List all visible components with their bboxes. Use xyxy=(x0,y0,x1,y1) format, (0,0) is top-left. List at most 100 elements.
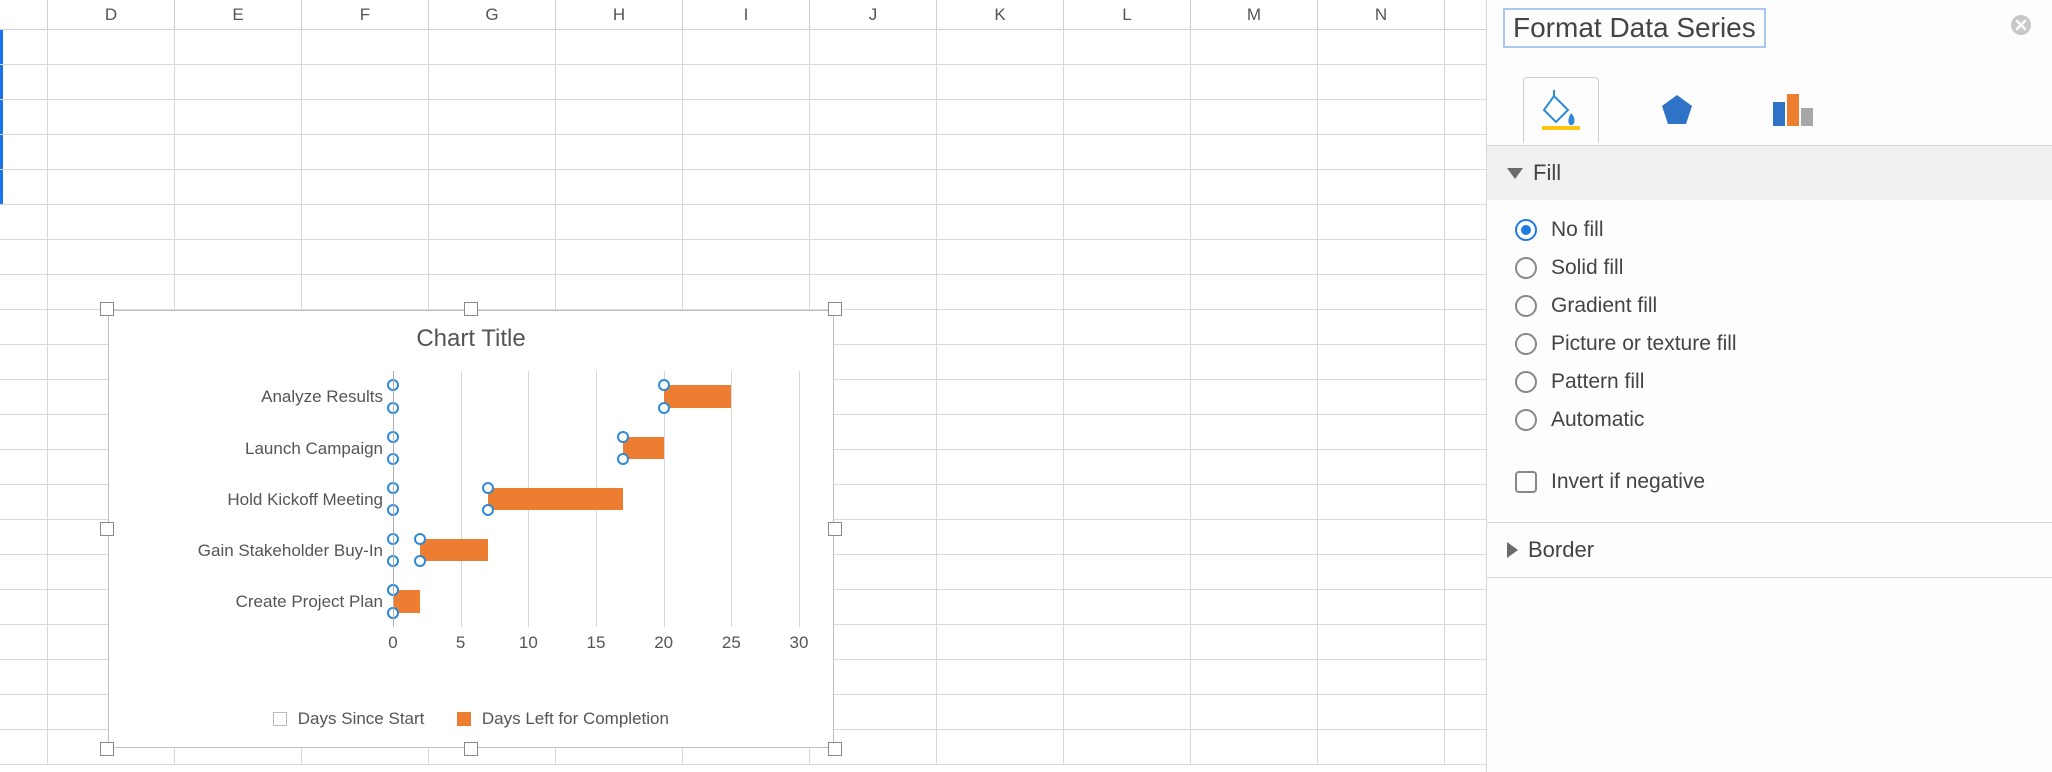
chart-bar-row[interactable]: Hold Kickoff Meeting xyxy=(393,488,799,511)
cell[interactable] xyxy=(683,30,810,64)
selection-marker[interactable] xyxy=(414,533,426,545)
cell[interactable] xyxy=(1064,310,1191,344)
col-header[interactable]: H xyxy=(556,0,683,29)
cell[interactable] xyxy=(429,65,556,99)
cell[interactable] xyxy=(429,100,556,134)
resize-handle[interactable] xyxy=(464,742,478,756)
cell[interactable] xyxy=(1191,100,1318,134)
cell[interactable] xyxy=(683,205,810,239)
cell[interactable] xyxy=(302,240,429,274)
cell[interactable] xyxy=(0,205,48,239)
cell[interactable] xyxy=(302,100,429,134)
cell[interactable] xyxy=(1318,240,1445,274)
cell[interactable] xyxy=(1318,520,1445,554)
cell[interactable] xyxy=(1318,100,1445,134)
cell[interactable] xyxy=(1064,240,1191,274)
cell[interactable] xyxy=(302,30,429,64)
cell[interactable] xyxy=(0,310,48,344)
cell[interactable] xyxy=(0,170,48,204)
col-header[interactable]: L xyxy=(1064,0,1191,29)
cell[interactable] xyxy=(1318,310,1445,344)
cell[interactable] xyxy=(1318,660,1445,694)
cell[interactable] xyxy=(0,520,48,554)
cell[interactable] xyxy=(1064,170,1191,204)
chart-bar-row[interactable]: Create Project Plan xyxy=(393,590,799,613)
cell[interactable] xyxy=(683,65,810,99)
col-header[interactable]: I xyxy=(683,0,810,29)
cell[interactable] xyxy=(1318,205,1445,239)
bar-segment-start[interactable] xyxy=(393,385,664,408)
cell[interactable] xyxy=(175,100,302,134)
cell[interactable] xyxy=(937,380,1064,414)
cell[interactable] xyxy=(1318,590,1445,624)
cell[interactable] xyxy=(1191,135,1318,169)
cell[interactable] xyxy=(556,100,683,134)
cell[interactable] xyxy=(1191,520,1318,554)
cell[interactable] xyxy=(556,135,683,169)
cell[interactable] xyxy=(1191,730,1318,764)
cell[interactable] xyxy=(1191,275,1318,309)
cell[interactable] xyxy=(937,65,1064,99)
cell[interactable] xyxy=(1318,485,1445,519)
selection-marker[interactable] xyxy=(617,453,629,465)
cell[interactable] xyxy=(683,100,810,134)
col-header[interactable]: D xyxy=(48,0,175,29)
tab-fill-line[interactable] xyxy=(1523,77,1599,143)
cell[interactable] xyxy=(1064,590,1191,624)
cell[interactable] xyxy=(1191,555,1318,589)
cell[interactable] xyxy=(810,100,937,134)
cell[interactable] xyxy=(1064,65,1191,99)
cell[interactable] xyxy=(937,730,1064,764)
cell[interactable] xyxy=(1318,135,1445,169)
cell[interactable] xyxy=(1064,625,1191,659)
cell[interactable] xyxy=(1318,65,1445,99)
cell[interactable] xyxy=(937,450,1064,484)
legend-item[interactable]: Days Left for Completion xyxy=(457,709,669,729)
cell[interactable] xyxy=(429,240,556,274)
cell[interactable] xyxy=(1064,205,1191,239)
cell[interactable] xyxy=(48,135,175,169)
cell[interactable] xyxy=(1318,415,1445,449)
radio-picture-fill[interactable]: Picture or texture fill xyxy=(1515,332,2024,356)
cell[interactable] xyxy=(683,170,810,204)
cell[interactable] xyxy=(1191,240,1318,274)
selection-marker[interactable] xyxy=(658,379,670,391)
radio-gradient-fill[interactable]: Gradient fill xyxy=(1515,294,2024,318)
cell[interactable] xyxy=(1191,625,1318,659)
cell[interactable] xyxy=(1064,730,1191,764)
chart-bar-row[interactable]: Launch Campaign xyxy=(393,437,799,460)
cell[interactable] xyxy=(1191,415,1318,449)
resize-handle[interactable] xyxy=(100,742,114,756)
checkbox-invert-negative[interactable]: Invert if negative xyxy=(1515,470,2024,494)
cell[interactable] xyxy=(1191,660,1318,694)
tab-series-options[interactable] xyxy=(1755,77,1831,143)
radio-automatic[interactable]: Automatic xyxy=(1515,408,2024,432)
cell[interactable] xyxy=(1191,170,1318,204)
close-icon[interactable] xyxy=(2010,14,2032,41)
cell[interactable] xyxy=(175,240,302,274)
cell[interactable] xyxy=(175,205,302,239)
cell[interactable] xyxy=(937,415,1064,449)
cell[interactable] xyxy=(937,590,1064,624)
cell[interactable] xyxy=(1191,310,1318,344)
cell[interactable] xyxy=(556,30,683,64)
cell[interactable] xyxy=(937,205,1064,239)
selection-marker[interactable] xyxy=(658,402,670,414)
resize-handle[interactable] xyxy=(100,302,114,316)
bar-segment-start[interactable] xyxy=(393,437,623,460)
cell[interactable] xyxy=(175,30,302,64)
cell[interactable] xyxy=(556,240,683,274)
cell[interactable] xyxy=(302,135,429,169)
section-border-header[interactable]: Border xyxy=(1487,523,2052,577)
cell[interactable] xyxy=(1191,450,1318,484)
cell[interactable] xyxy=(0,100,48,134)
cell[interactable] xyxy=(937,520,1064,554)
cell[interactable] xyxy=(1191,65,1318,99)
cell[interactable] xyxy=(0,275,48,309)
cell[interactable] xyxy=(302,65,429,99)
cell[interactable] xyxy=(1318,695,1445,729)
radio-solid-fill[interactable]: Solid fill xyxy=(1515,256,2024,280)
cell[interactable] xyxy=(0,380,48,414)
cell[interactable] xyxy=(429,135,556,169)
cell[interactable] xyxy=(48,205,175,239)
